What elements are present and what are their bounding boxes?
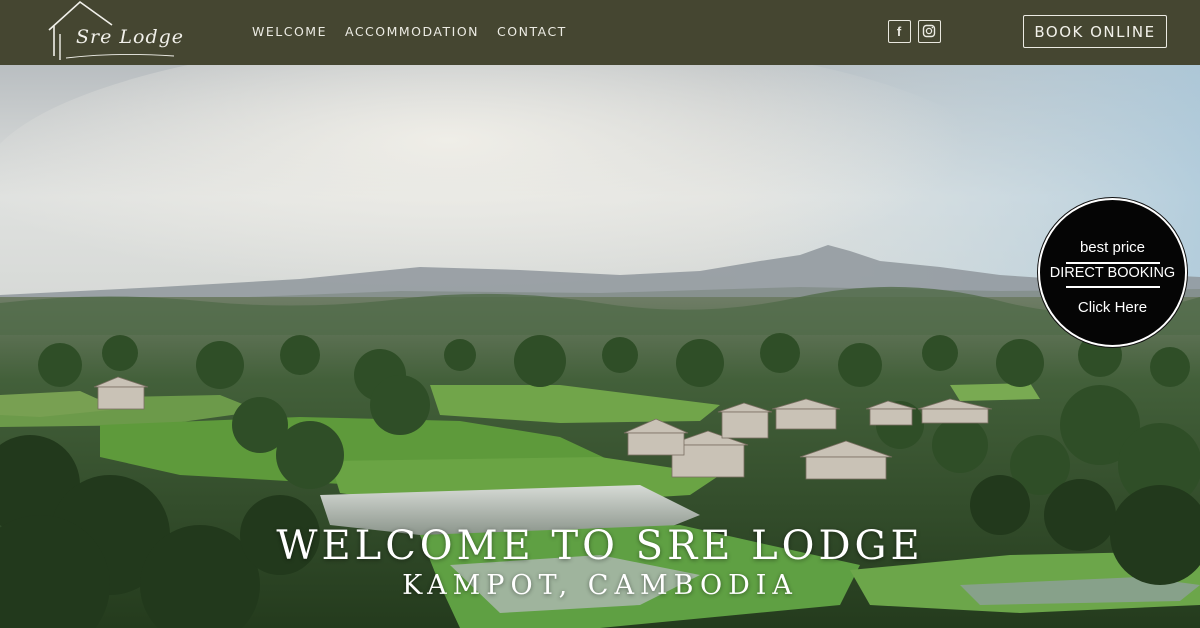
logo-text: Sre Lodge bbox=[76, 26, 185, 48]
badge-direct-booking: DIRECT BOOKING bbox=[1049, 265, 1176, 281]
logo[interactable]: Sre Lodge bbox=[46, 0, 185, 62]
badge-divider bbox=[1066, 286, 1160, 288]
facebook-icon: f bbox=[897, 24, 902, 39]
book-online-button[interactable]: BOOK ONLINE bbox=[1023, 15, 1167, 48]
main-nav: WELCOME ACCOMMODATION CONTACT bbox=[252, 24, 567, 39]
site-header: Sre Lodge WELCOME ACCOMMODATION CONTACT … bbox=[0, 0, 1200, 65]
hero-subtitle: KAMPOT, CAMBODIA bbox=[402, 570, 798, 601]
badge-best-price: best price bbox=[1079, 239, 1146, 256]
hero-title: WELCOME TO SRE LODGE bbox=[276, 523, 924, 569]
facebook-link[interactable]: f bbox=[888, 20, 911, 43]
badge-click-here: Click Here bbox=[1077, 299, 1148, 316]
badge-divider bbox=[1066, 262, 1160, 264]
nav-contact[interactable]: CONTACT bbox=[497, 24, 567, 39]
instagram-link[interactable] bbox=[918, 20, 941, 43]
direct-booking-badge[interactable]: best price DIRECT BOOKING Click Here bbox=[1038, 198, 1187, 347]
nav-accommodation[interactable]: ACCOMMODATION bbox=[345, 24, 479, 39]
svg-text:f: f bbox=[897, 24, 902, 39]
nav-welcome[interactable]: WELCOME bbox=[252, 24, 327, 39]
instagram-icon bbox=[922, 24, 936, 38]
